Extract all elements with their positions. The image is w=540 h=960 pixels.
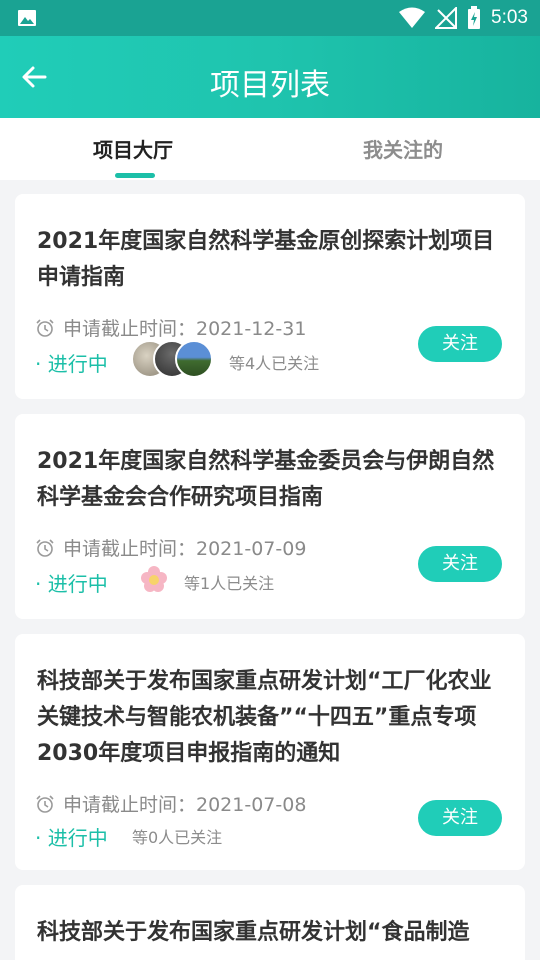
alarm-clock-icon: [36, 538, 54, 557]
deadline-row: 申请截止时间：2021-07-09: [35, 534, 306, 561]
project-card[interactable]: 2021年度国家自然科学基金委员会与伊朗自然科学基金会合作研究项目指南 申请截止…: [15, 414, 525, 619]
tab-bar: 项目大厅 我关注的: [0, 118, 540, 180]
project-list[interactable]: 2021年度国家自然科学基金原创探索计划项目申请指南 申请截止时间：2021-1…: [0, 180, 540, 960]
deadline-text: 申请截止时间：2021-07-09: [63, 538, 307, 560]
active-tab-indicator: [115, 173, 155, 178]
app-bar: 项目列表: [0, 36, 540, 118]
battery-icon: [468, 6, 481, 29]
follower-avatars: [131, 340, 221, 378]
project-title: 科技部关于发布国家重点研发计划“食品制造: [37, 920, 470, 945]
project-title: 科技部关于发布国家重点研发计划“工厂化农业关键技术与智能农机装备”“十四五”重点…: [37, 669, 492, 766]
project-title: 2021年度国家自然科学基金委员会与伊朗自然科学基金会合作研究项目指南: [37, 449, 495, 510]
wifi-icon: [399, 7, 426, 28]
page-title: 项目列表: [210, 68, 330, 103]
alarm-clock-icon: [36, 318, 54, 337]
deadline-text: 申请截止时间：2021-12-31: [63, 318, 307, 340]
followers-count: 等1人已关注: [184, 574, 275, 593]
deadline-text: 申请截止时间：2021-07-08: [63, 794, 307, 816]
deadline-row: 申请截止时间：2021-07-08: [35, 790, 306, 817]
alarm-clock-icon: [36, 794, 54, 813]
clock-time: 5:03: [491, 7, 528, 28]
follow-button[interactable]: 关注: [418, 546, 502, 582]
followers-count: 等0人已关注: [132, 828, 223, 847]
project-card[interactable]: 2021年度国家自然科学基金原创探索计划项目申请指南 申请截止时间：2021-1…: [15, 194, 525, 399]
deadline-row: 申请截止时间：2021-12-31: [35, 314, 306, 341]
status-text: · 进行中: [35, 572, 108, 596]
follower-avatars: [139, 564, 171, 602]
flower-avatar-icon: [141, 566, 167, 592]
avatar: [175, 340, 213, 378]
status-text: · 进行中: [35, 826, 108, 850]
tab-my-followed[interactable]: 我关注的: [363, 134, 443, 163]
signal-off-icon: [435, 7, 458, 29]
project-title: 2021年度国家自然科学基金原创探索计划项目申请指南: [37, 229, 495, 290]
status-text: · 进行中: [35, 352, 108, 376]
followers-count: 等4人已关注: [229, 354, 320, 373]
image-notification-icon: [18, 10, 36, 26]
follow-button[interactable]: 关注: [418, 800, 502, 836]
project-card[interactable]: 科技部关于发布国家重点研发计划“食品制造: [15, 885, 525, 960]
tab-project-hall[interactable]: 项目大厅: [93, 134, 173, 163]
project-card[interactable]: 科技部关于发布国家重点研发计划“工厂化农业关键技术与智能农机装备”“十四五”重点…: [15, 634, 525, 870]
status-bar: 5:03: [0, 0, 540, 36]
follow-button[interactable]: 关注: [418, 326, 502, 362]
